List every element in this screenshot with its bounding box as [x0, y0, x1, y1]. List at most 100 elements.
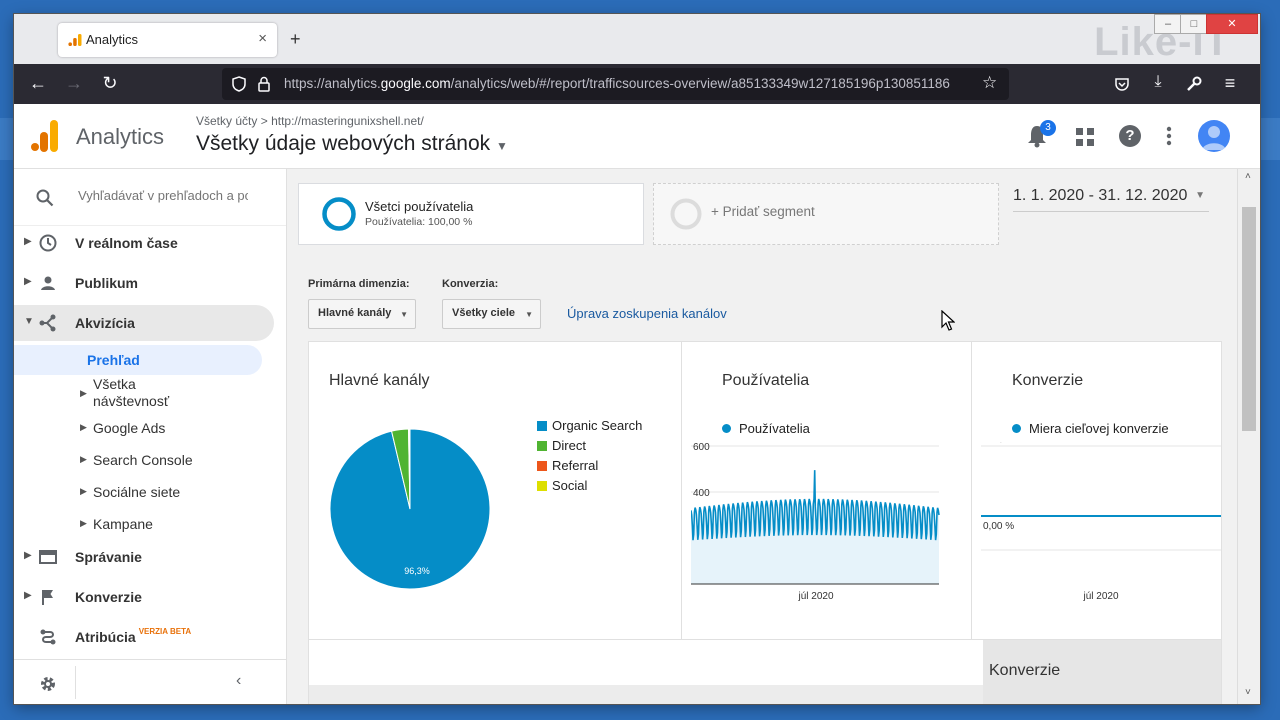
analytics-app-name: Analytics	[76, 124, 165, 149]
acquisition-icon	[39, 314, 56, 332]
sidebar-item-label: Publikum	[75, 275, 139, 291]
scrollbar-thumb[interactable]	[1242, 207, 1256, 431]
y-tick-label: 100,00 %	[983, 442, 1025, 444]
mouse-cursor-icon	[941, 310, 955, 331]
y-tick-label: 0,00 %	[983, 521, 1014, 532]
sidebar-subitem-label: Prehľad	[87, 352, 140, 368]
sidebar-subitem-label: Sociálne siete	[93, 484, 181, 500]
scroll-down-icon[interactable]: ˅	[1245, 687, 1251, 698]
beta-badge: VERZIA BETA	[138, 627, 192, 636]
sidebar-item-audience[interactable]: ▶ Publikum	[14, 265, 274, 301]
channels-chart-title: Hlavné kanály	[329, 372, 430, 389]
expand-caret-icon: ▶	[80, 422, 87, 432]
analytics-header: Analytics Všetky účty > http://mastering…	[14, 104, 1260, 169]
conversion-rate-chart[interactable]: 100,00 % 0,00 % júl 2020	[981, 442, 1221, 602]
primary-dimension-dropdown[interactable]: Hlavné kanály ▼	[308, 299, 416, 329]
conversions-chart-title: Konverzie	[1012, 372, 1084, 389]
person-icon	[41, 276, 55, 290]
channels-pie-chart[interactable]: 96,3%	[329, 428, 491, 590]
breadcrumb[interactable]: Všetky účty > http://masteringunixshell.…	[196, 114, 424, 128]
sidebar-item-conversions[interactable]: ▶ Konverzie	[14, 579, 274, 615]
pie-slice-social[interactable]	[408, 428, 411, 510]
edit-channel-grouping-link[interactable]: Úprava zoskupenia kanálov	[567, 306, 727, 321]
browser-toolbar: ← → ↻ https://analytics.google.com/analy…	[14, 64, 1260, 104]
sidebar-item-attribution[interactable]: Atribúcia VERZIA BETA	[14, 619, 274, 655]
y-tick-label: 400	[693, 488, 710, 499]
sidebar-subitem-label: Všetka	[93, 376, 136, 392]
legend-item-organic-search[interactable]: Organic Search	[537, 418, 642, 433]
close-window-button[interactable]: ✕	[1206, 14, 1258, 34]
dropdown-caret-icon: ▼	[525, 310, 533, 319]
search-input[interactable]	[76, 187, 250, 204]
sidebar-subitem-label: Kampane	[93, 516, 153, 532]
more-vert-icon[interactable]	[1166, 126, 1172, 146]
sidebar-item-realtime[interactable]: ▶ V reálnom čase	[14, 225, 274, 261]
segment-all-users[interactable]: Všetci používatelia Používatelia: 100,00…	[298, 183, 644, 245]
footer-divider	[75, 666, 76, 699]
series-dot-icon	[722, 424, 731, 433]
add-segment-button[interactable]: + Pridať segment	[653, 183, 999, 245]
view-selector[interactable]: Všetky údaje webových stránok ▼	[196, 132, 508, 156]
account-avatar[interactable]	[1198, 120, 1230, 152]
primary-dimension-label: Primárna dimenzia:	[308, 278, 410, 290]
add-segment-label: + Pridať segment	[711, 204, 815, 219]
bookmark-star-icon[interactable]: ☆	[982, 73, 997, 93]
users-area-chart[interactable]: 600400200júl 2020	[691, 442, 941, 602]
date-range-picker[interactable]: 1. 1. 2020 - 31. 12. 2020 ▼	[1013, 187, 1209, 212]
conversions-legend: Miera cieľovej konverzie	[1012, 421, 1169, 436]
sidebar-search	[14, 169, 286, 226]
lock-icon	[258, 76, 270, 92]
tab-close-icon[interactable]: ×	[258, 30, 267, 47]
legend-item-social[interactable]: Social	[537, 478, 587, 493]
sidebar-subitem-all-traffic[interactable]: ▶ Všetka návštevnosť	[14, 376, 262, 412]
help-icon[interactable]: ?	[1119, 125, 1141, 147]
reload-icon[interactable]: ↻	[98, 73, 122, 94]
conversion-label: Konverzia:	[442, 278, 499, 290]
back-icon[interactable]: ←	[26, 73, 50, 94]
browser-tab[interactable]: Analytics ×	[58, 23, 277, 57]
scroll-up-icon[interactable]: ˄	[1245, 171, 1251, 182]
legend-item-referral[interactable]: Referral	[537, 458, 598, 473]
forward-icon[interactable]: →	[62, 73, 86, 94]
sidebar-item-label: Konverzie	[75, 589, 142, 605]
conversion-dropdown[interactable]: Všetky ciele ▼	[442, 299, 541, 329]
settings-gear-icon[interactable]	[38, 674, 58, 694]
page-scrollbar[interactable]: ˄ ˅	[1237, 169, 1260, 704]
flag-icon	[42, 590, 53, 605]
overview-charts-panel: Hlavné kanály 96,3% Organic Search Direct…	[308, 341, 1222, 641]
breadcrumb-site[interactable]: http://masteringunixshell.net/	[271, 114, 424, 128]
breadcrumb-accounts[interactable]: Všetky účty	[196, 114, 257, 128]
maximize-button[interactable]: □	[1180, 14, 1208, 34]
expand-caret-icon: ▶	[24, 236, 32, 247]
notification-count-badge: 3	[1040, 120, 1056, 136]
address-bar[interactable]: https://analytics.google.com/analytics/w…	[222, 68, 1009, 100]
minimize-button[interactable]: –	[1154, 14, 1182, 34]
legend-label: Referral	[552, 458, 599, 473]
sidebar-item-behavior[interactable]: ▶ Správanie	[14, 539, 274, 575]
sidebar-subitem-campaigns[interactable]: ▶ Kampane	[14, 514, 262, 538]
collapse-sidebar-icon[interactable]: ‹	[236, 672, 241, 690]
sidebar-item-acquisition[interactable]: ▼ Akvizícia	[14, 305, 274, 341]
sidebar-subitem-search-console[interactable]: ▶ Search Console	[14, 450, 262, 474]
legend-item-direct[interactable]: Direct	[537, 438, 586, 453]
panel-divider	[971, 342, 972, 640]
sidebar-item-label: Atribúcia VERZIA BETA	[75, 627, 192, 645]
downloads-icon[interactable]: ⤓	[1146, 73, 1170, 91]
sidebar-subitem-overview[interactable]: Prehľad	[14, 345, 262, 375]
sidebar: ▶ V reálnom čase ▶ Publikum ▼ Akvizícia …	[14, 169, 287, 704]
user-avatar-icon	[1202, 126, 1226, 150]
users-legend: Používatelia	[722, 421, 810, 436]
pocket-icon[interactable]	[1114, 76, 1130, 92]
menu-hamburger-icon[interactable]: ≡	[1218, 73, 1242, 94]
expand-caret-icon: ▶	[80, 388, 87, 398]
wrench-icon[interactable]	[1186, 76, 1202, 92]
dropdown-caret-icon: ▼	[496, 139, 508, 153]
sidebar-subitem-google-ads[interactable]: ▶ Google Ads	[14, 418, 262, 442]
new-tab-button[interactable]: +	[290, 29, 301, 50]
legend-label: Social	[552, 478, 588, 493]
legend-label: Organic Search	[552, 418, 643, 433]
apps-grid-icon[interactable]	[1076, 128, 1094, 146]
sidebar-subitem-social[interactable]: ▶ Sociálne siete	[14, 482, 262, 506]
legend-swatch	[537, 441, 547, 451]
segment-ring-icon	[322, 197, 356, 231]
